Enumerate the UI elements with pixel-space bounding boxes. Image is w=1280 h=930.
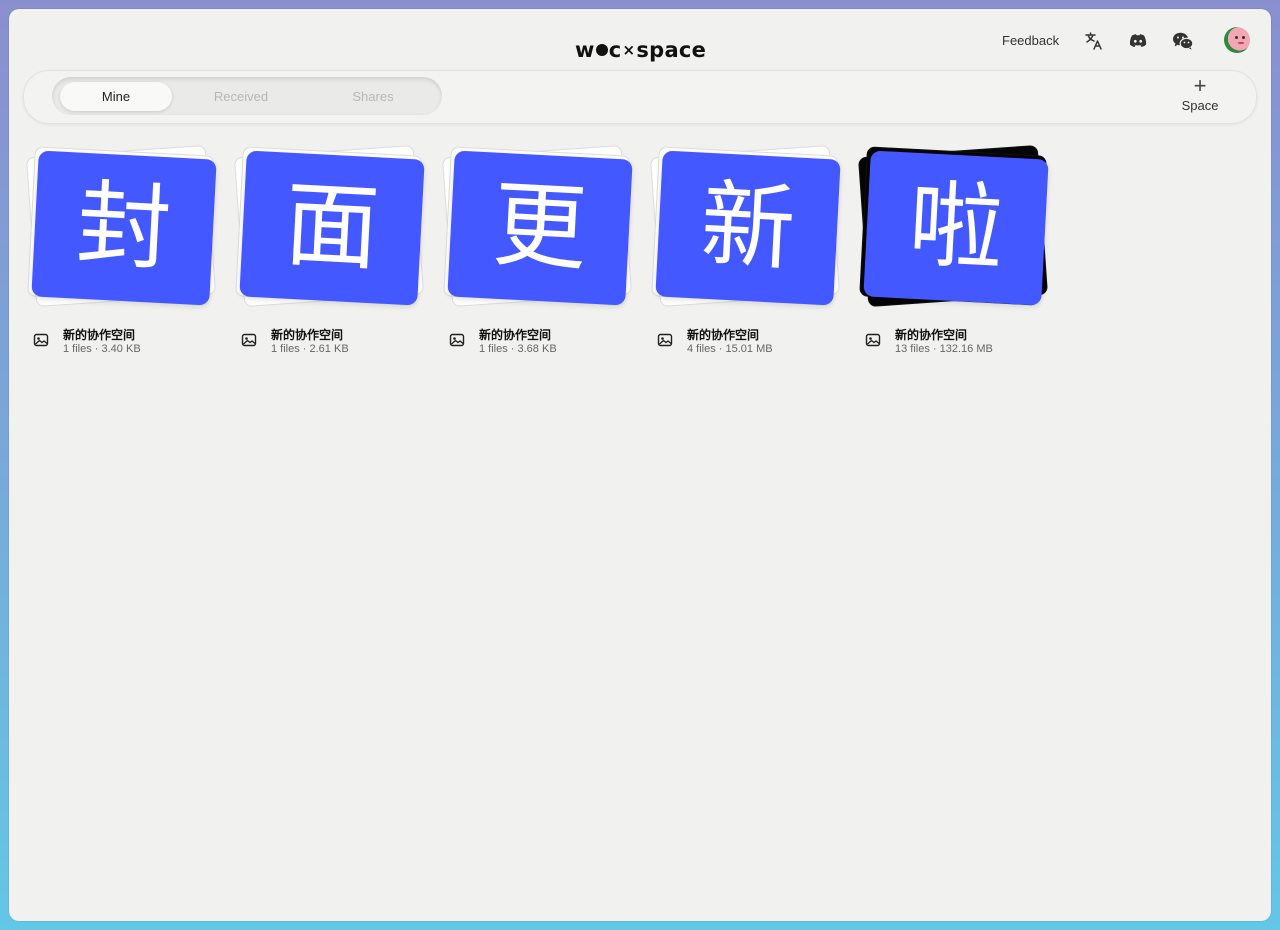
- card-cover-stack: 更: [439, 141, 639, 311]
- space-card[interactable]: 更 新的协作空间 1 files · 3.68 KB: [439, 141, 639, 361]
- space-file-info: 13 files · 132.16 MB: [895, 343, 993, 355]
- logo-letter-w: w: [575, 38, 595, 62]
- space-file-info: 4 files · 15.01 MB: [687, 343, 773, 355]
- image-icon: [33, 333, 49, 347]
- space-title: 新的协作空间: [479, 328, 552, 342]
- cover-image: 新: [655, 150, 841, 306]
- avatar-eye-right: [1242, 36, 1245, 39]
- tab-shares[interactable]: Shares: [317, 82, 429, 111]
- logo-times: ×: [622, 41, 636, 59]
- toolbar: Mine Received Shares + Space: [23, 70, 1257, 124]
- plus-icon: +: [1193, 73, 1207, 98]
- space-file-info: 1 files · 3.40 KB: [63, 343, 141, 355]
- cover-text: 更: [490, 170, 590, 285]
- space-file-info: 1 files · 2.61 KB: [271, 343, 349, 355]
- tab-group: Mine Received Shares: [52, 77, 442, 115]
- logo-letter-c: c: [608, 38, 622, 62]
- card-cover-stack: 面: [231, 141, 431, 311]
- app-window: w c × space Feedback Mine Received Share…: [9, 9, 1271, 921]
- tab-mine[interactable]: Mine: [60, 82, 172, 111]
- feedback-link[interactable]: Feedback: [1002, 31, 1059, 51]
- space-title: 新的协作空间: [687, 328, 760, 342]
- space-card[interactable]: 面 新的协作空间 1 files · 2.61 KB: [231, 141, 431, 361]
- cover-image: 面: [239, 150, 425, 306]
- space-title: 新的协作空间: [63, 328, 136, 342]
- avatar-mouth: [1238, 42, 1244, 44]
- add-space-label: Space: [1181, 98, 1219, 113]
- space-card[interactable]: 新 新的协作空间 4 files · 15.01 MB: [647, 141, 847, 361]
- cover-text: 面: [282, 170, 382, 285]
- card-cover-stack: 啦: [855, 141, 1055, 311]
- cover-image: 更: [447, 150, 633, 306]
- discord-icon[interactable]: [1127, 30, 1149, 52]
- space-title: 新的协作空间: [271, 328, 344, 342]
- card-cover-stack: 封: [23, 141, 223, 311]
- cover-text: 新: [698, 170, 798, 285]
- card-cover-stack: 新: [647, 141, 847, 311]
- wechat-icon[interactable]: [1172, 30, 1194, 52]
- space-title: 新的协作空间: [895, 328, 968, 342]
- cover-text: 封: [74, 170, 174, 285]
- space-file-info: 1 files · 3.68 KB: [479, 343, 557, 355]
- space-card[interactable]: 封 新的协作空间 1 files · 3.40 KB: [23, 141, 223, 361]
- avatar[interactable]: [1224, 27, 1250, 53]
- avatar-eye-left: [1235, 36, 1238, 39]
- add-space-button[interactable]: + Space: [1174, 73, 1226, 118]
- image-icon: [657, 333, 673, 347]
- cover-text: 啦: [906, 170, 1006, 285]
- space-card[interactable]: 啦 新的协作空间 13 files · 132.16 MB: [855, 141, 1055, 361]
- image-icon: [865, 333, 881, 347]
- logo[interactable]: w c × space: [575, 36, 706, 64]
- tab-received[interactable]: Received: [185, 82, 297, 111]
- translate-icon[interactable]: [1083, 30, 1105, 52]
- cover-image: 封: [31, 150, 217, 306]
- logo-word-space: space: [636, 38, 707, 62]
- cover-image: 啦: [863, 150, 1049, 306]
- image-icon: [241, 333, 257, 347]
- image-icon: [449, 333, 465, 347]
- logo-dot: [595, 44, 608, 56]
